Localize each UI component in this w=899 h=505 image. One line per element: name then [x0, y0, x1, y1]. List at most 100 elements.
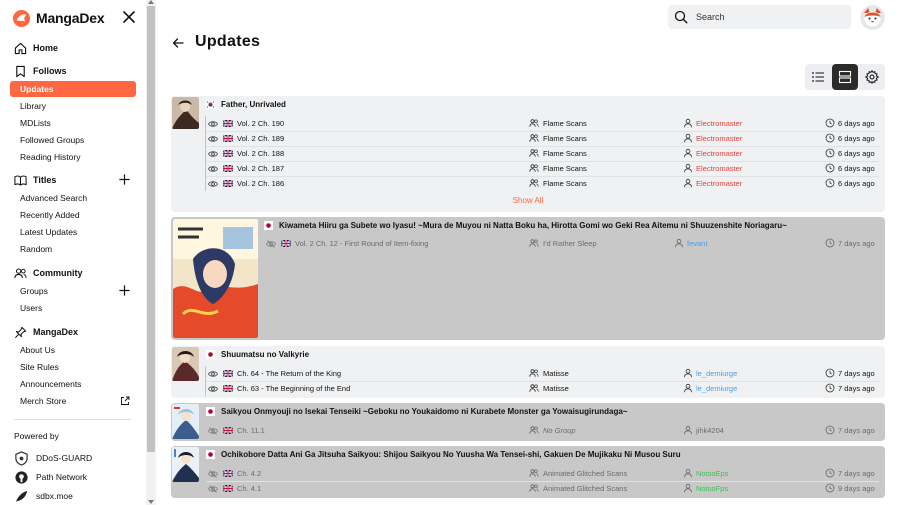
cover-image[interactable] [172, 404, 199, 439]
eye-off-icon[interactable] [266, 239, 276, 249]
sidebar-item-latest-updates[interactable]: Latest Updates [10, 224, 136, 240]
group-link[interactable]: Animated Glitched Scans [529, 483, 627, 493]
eye-icon[interactable] [208, 179, 218, 189]
uploader-link[interactable]: le_demiurge [683, 383, 737, 393]
list-view-button[interactable] [805, 64, 831, 90]
group-name: I'd Rather Sleep [543, 238, 597, 248]
group-link[interactable]: Flame Scans [529, 133, 587, 143]
brand[interactable]: MangaDex [12, 8, 105, 28]
chapter-row[interactable]: Ch. 63 - The Beginning of the End Matiss… [205, 381, 879, 396]
pin-icon [15, 326, 27, 338]
chapter-row[interactable]: Ch. 4.2 Animated Glitched Scans NotsoEps… [206, 466, 879, 481]
group-link[interactable]: No Group [529, 425, 576, 435]
manga-title[interactable]: Father, Unrivaled [206, 100, 286, 109]
chapter-row[interactable]: Vol. 2 Ch. 188 Flame Scans Electromaster… [205, 146, 879, 161]
card-view-button[interactable] [832, 64, 858, 90]
scroll-down-icon[interactable] [148, 500, 154, 504]
time-text: 7 days ago [838, 368, 875, 378]
sidebar-item-recently-added[interactable]: Recently Added [10, 207, 136, 223]
sidebar-item-followed-groups[interactable]: Followed Groups [10, 132, 136, 148]
group-link[interactable]: Flame Scans [529, 118, 587, 128]
chapter-row[interactable]: Ch. 4.1 Animated Glitched Scans NotsoFps… [206, 481, 879, 496]
eye-off-icon[interactable] [208, 469, 218, 479]
manga-title[interactable]: Kiwameta Hiiru ga Subete wo Iyasu! ~Mura… [264, 221, 787, 230]
sidebar-item-merch-store[interactable]: Merch Store [10, 393, 136, 409]
manga-title[interactable]: Saikyou Onmyouji no Isekai Tenseiki ~Geb… [206, 407, 627, 416]
nav-titles[interactable]: Titles [14, 171, 134, 189]
eye-off-icon[interactable] [208, 426, 218, 436]
chapter-row[interactable]: Vol. 2 Ch. 187 Flame Scans Electromaster… [205, 161, 879, 176]
row-rail [205, 116, 206, 131]
eye-icon[interactable] [208, 369, 218, 379]
group-link[interactable]: Matisse [529, 368, 569, 378]
eye-off-icon[interactable] [208, 484, 218, 494]
manga-title[interactable]: Ochikobore Datta Ani Ga Jitsuha Saikyou:… [206, 450, 681, 459]
sidebar-item-advanced-search[interactable]: Advanced Search [10, 190, 136, 206]
partner-path-network[interactable]: Path Network [14, 469, 87, 485]
eye-icon[interactable] [208, 119, 218, 129]
uploader-link[interactable]: Electromaster [683, 163, 742, 173]
cover-image[interactable] [172, 97, 199, 129]
cover-image[interactable] [173, 219, 258, 338]
sidebar-item-about-us[interactable]: About Us [10, 342, 136, 358]
group-link[interactable]: Flame Scans [529, 148, 587, 158]
eye-icon[interactable] [208, 134, 218, 144]
eye-icon[interactable] [208, 384, 218, 394]
sidebar-item-site-rules[interactable]: Site Rules [10, 359, 136, 375]
group-link[interactable]: Flame Scans [529, 178, 587, 188]
chapter-row[interactable]: Ch. 11.1 No Group jihk4204 7 days ago [206, 423, 879, 438]
nav-follows-label: Follows [33, 66, 67, 76]
uploader-link[interactable]: Electromaster [683, 118, 742, 128]
flag-gb-icon [223, 485, 233, 492]
nav-follows[interactable]: Follows [14, 62, 67, 80]
eye-icon[interactable] [208, 164, 218, 174]
uploader-link[interactable]: le_demiurge [683, 368, 737, 378]
chapter-row[interactable]: Vol. 2 Ch. 190 Flame Scans Electromaster… [205, 116, 879, 131]
settings-button[interactable] [859, 64, 885, 90]
group-link[interactable]: Flame Scans [529, 163, 587, 173]
back-arrow-icon[interactable] [172, 37, 184, 49]
group-link[interactable]: Matisse [529, 383, 569, 393]
partner-ddos-guard[interactable]: DDoS-GUARD [14, 450, 92, 466]
uploader-link[interactable]: Electromaster [683, 133, 742, 143]
uploader-link[interactable]: NotsoFps [683, 483, 728, 493]
sidebar-scrollbar[interactable] [146, 0, 156, 505]
group-link[interactable]: Animated Glitched Scans [529, 468, 627, 478]
show-all-link[interactable]: Show All [171, 196, 885, 205]
scrollbar-thumb[interactable] [147, 6, 155, 452]
uploader-link[interactable]: NotsoEps [683, 468, 729, 478]
sidebar-item-users[interactable]: Users [10, 300, 136, 316]
sidebar-item-groups[interactable]: Groups [10, 283, 136, 299]
chapter-label: Ch. 11.1 [237, 426, 265, 435]
sidebar-item-reading-history[interactable]: Reading History [10, 149, 136, 165]
chapter-row[interactable]: Vol. 2 Ch. 12 - First Round of Item-fixi… [264, 236, 879, 251]
expand-titles-plus-icon[interactable] [118, 173, 131, 186]
close-sidebar-icon[interactable] [121, 9, 137, 25]
scroll-up-icon[interactable] [148, 0, 154, 4]
search-input[interactable]: Search [668, 5, 851, 29]
cover-image[interactable] [172, 347, 199, 381]
uploader-link[interactable]: fevant [674, 238, 707, 248]
user-avatar[interactable] [860, 5, 885, 30]
upload-time: 6 days ago [825, 118, 875, 128]
partner-sdbx[interactable]: sdbx.moe [14, 488, 73, 504]
nav-mangadex[interactable]: MangaDex [14, 323, 78, 341]
eye-icon[interactable] [208, 149, 218, 159]
sidebar-item-mdlists[interactable]: MDLists [10, 115, 136, 131]
sidebar-item-announcements[interactable]: Announcements [10, 376, 136, 392]
uploader-link[interactable]: Electromaster [683, 178, 742, 188]
cover-image[interactable] [172, 447, 199, 482]
sidebar-item-random[interactable]: Random [10, 241, 136, 257]
nav-home[interactable]: Home [14, 39, 58, 57]
chapter-row[interactable]: Vol. 2 Ch. 189 Flame Scans Electromaster… [205, 131, 879, 146]
manga-title[interactable]: Shuumatsu no Valkyrie [206, 350, 309, 359]
uploader-link[interactable]: Electromaster [683, 148, 742, 158]
sidebar-item-updates[interactable]: Updates [10, 81, 136, 97]
uploader-link[interactable]: jihk4204 [683, 425, 724, 435]
sidebar-item-library[interactable]: Library [10, 98, 136, 114]
group-link[interactable]: I'd Rather Sleep [529, 238, 597, 248]
nav-community[interactable]: Community [14, 264, 134, 296]
chapter-row[interactable]: Ch. 64 - The Return of the King Matisse … [205, 366, 879, 381]
chapter-row[interactable]: Vol. 2 Ch. 186 Flame Scans Electromaster… [205, 176, 879, 191]
group-icon [529, 384, 539, 392]
